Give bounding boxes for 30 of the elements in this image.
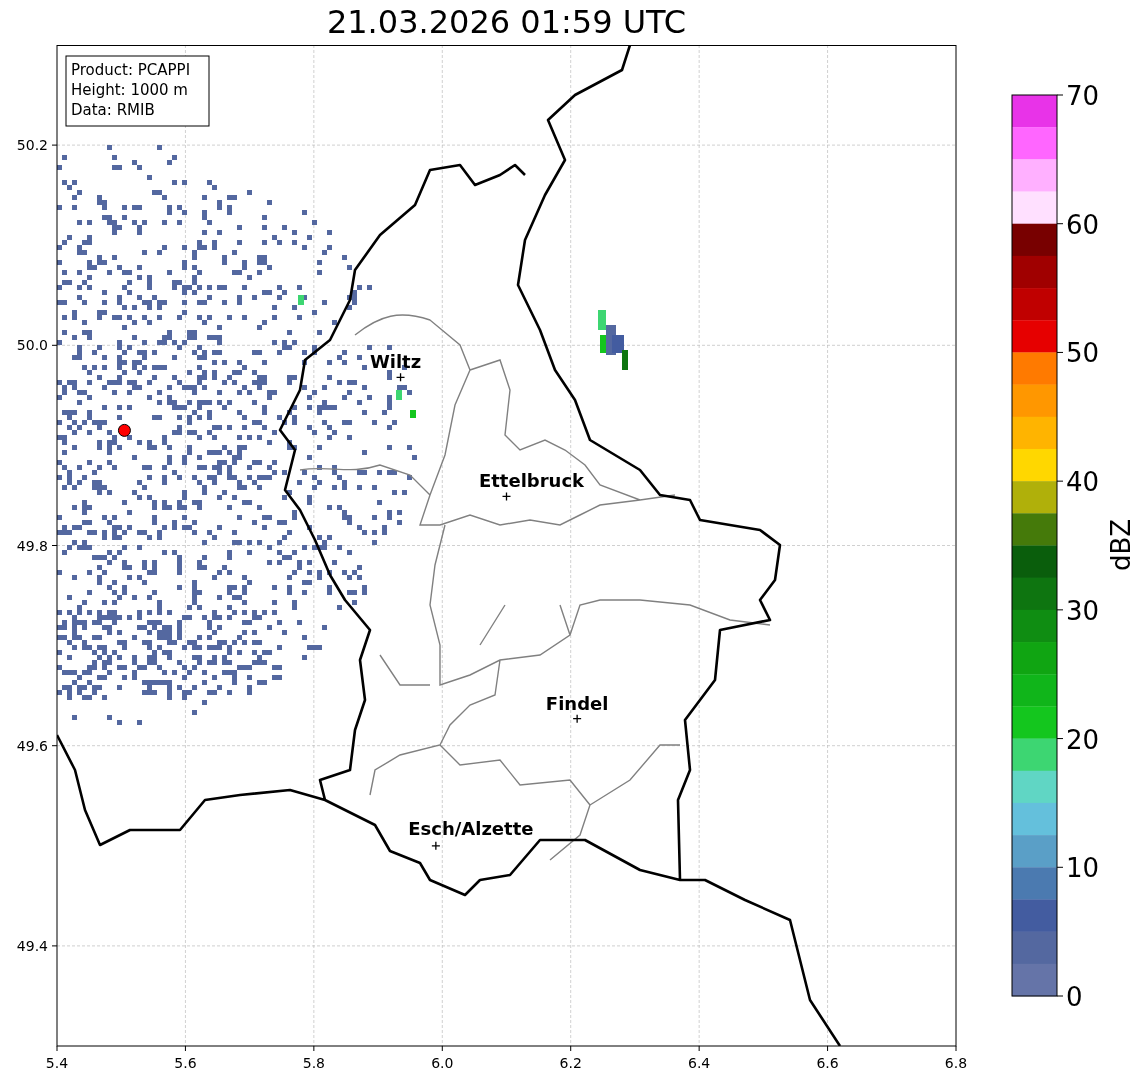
x-tick-label: 6.2 (559, 1055, 582, 1071)
x-tick-label: 6.8 (944, 1055, 968, 1071)
colorbar-tick-label: 70 (1066, 81, 1100, 111)
colorbar-tick-label: 20 (1066, 724, 1100, 755)
x-tick-label: 5.8 (302, 1055, 325, 1071)
y-tick-label: 49.4 (16, 937, 48, 954)
y-tick-label: 50.0 (16, 337, 48, 354)
x-tick-label: 6.0 (431, 1055, 454, 1071)
colorbar-tick-label: 60 (1066, 209, 1100, 240)
colorbar-tick-label: 0 (1066, 982, 1083, 1012)
city-label: Esch/Alzette (408, 817, 534, 839)
colorbar-label: dBZ (1106, 518, 1136, 572)
city-label: Wiltz (369, 351, 422, 373)
legend-text: Data: RMIB (71, 101, 155, 119)
y-tick-label: 49.8 (16, 537, 48, 554)
y-tick-label: 50.2 (16, 137, 48, 154)
colorbar-tick-label: 30 (1066, 595, 1100, 626)
city-label: Findel (545, 692, 609, 714)
legend-text: Product: PCAPPI (71, 61, 191, 79)
x-tick-label: 6.6 (816, 1055, 839, 1071)
chart-title: 21.03.2026 01:59 UTC (325, 2, 688, 43)
x-tick-label: 5.6 (174, 1055, 197, 1071)
y-tick-label: 49.6 (16, 737, 48, 754)
legend-text: Height: 1000 m (71, 81, 188, 99)
colorbar-tick-label: 50 (1066, 338, 1100, 369)
colorbar-tick-label: 10 (1066, 853, 1100, 884)
x-tick-label: 6.4 (688, 1055, 711, 1071)
city-label: Ettelbruck (478, 470, 585, 492)
x-tick-label: 5.4 (45, 1055, 69, 1071)
colorbar-tick-label: 40 (1066, 467, 1100, 498)
